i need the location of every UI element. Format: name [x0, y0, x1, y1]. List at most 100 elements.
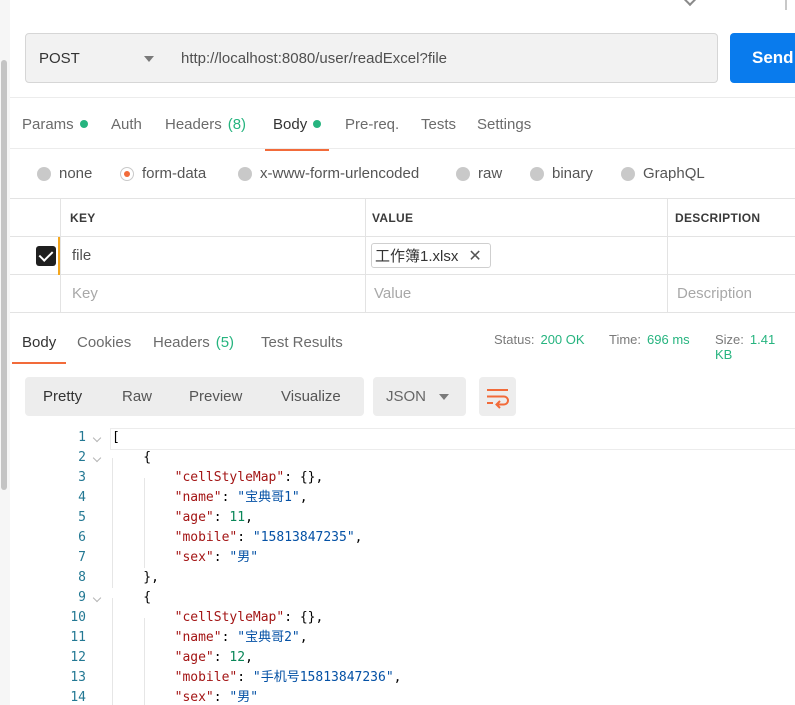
code-line: 12 "age": 12,	[10, 648, 795, 668]
tab-label: Body	[22, 333, 57, 351]
body-status-dot	[313, 120, 322, 128]
tab-params[interactable]: Params	[22, 98, 88, 150]
request-tabs: Params Auth Headers (8) Body Pre-req. Tes…	[10, 97, 795, 151]
view-visualize-button[interactable]: Visualize	[281, 377, 341, 416]
value-input-placeholder[interactable]: Value	[374, 285, 411, 302]
view-mode-switcher: Pretty Raw Preview Visualize	[25, 377, 364, 416]
radio-circle	[621, 166, 635, 181]
code-line: 14 "sex": "男"	[10, 688, 795, 705]
table-row: file 工作簿1.xlsx ✕	[10, 237, 795, 275]
line-number: 14	[70, 690, 86, 705]
tab-label: Params	[22, 115, 74, 133]
tab-label: Pre-req.	[345, 115, 400, 133]
radio-label: x-www-form-urlencoded	[260, 165, 420, 182]
tab-body[interactable]: Body	[264, 98, 330, 151]
method-value: POST	[39, 49, 80, 67]
radio-urlencoded[interactable]: x-www-form-urlencoded	[238, 165, 419, 182]
file-chip[interactable]: 工作簿1.xlsx ✕	[371, 243, 491, 268]
wrap-lines-button[interactable]	[479, 377, 516, 416]
close-icon[interactable]: ✕	[468, 246, 481, 266]
code-text: "sex": "男"	[174, 690, 259, 705]
code-line: 3 "cellStyleMap": {},	[10, 468, 795, 488]
tab-auth[interactable]: Auth	[111, 98, 142, 150]
top-strip	[10, 0, 795, 18]
radio-raw[interactable]: raw	[456, 165, 502, 182]
method-select[interactable]: POST	[25, 33, 170, 83]
tab-label: Settings	[477, 115, 532, 133]
description-input-placeholder[interactable]: Description	[677, 285, 752, 302]
view-label: Visualize	[281, 388, 341, 405]
chevron-down-icon	[144, 56, 154, 62]
row-key-cell[interactable]: file	[72, 247, 91, 264]
fold-chevron-icon[interactable]	[92, 453, 102, 463]
send-button[interactable]: Send	[730, 33, 795, 83]
column-value-header: VALUE	[372, 211, 414, 225]
code-line: 8 },	[10, 568, 795, 588]
code-line: 13 "mobile": "手机号15813847236",	[10, 668, 795, 688]
radio-circle	[530, 166, 544, 181]
url-input[interactable]: http://localhost:8080/user/readExcel?fil…	[169, 33, 718, 83]
tab-cookies[interactable]: Cookies	[77, 320, 131, 364]
line-number: 6	[78, 530, 86, 545]
format-value: JSON	[386, 388, 427, 405]
code-line: 1[	[10, 428, 795, 450]
format-select[interactable]: JSON	[373, 377, 466, 416]
time-label: Time:	[609, 332, 642, 347]
tab-response-body[interactable]: Body	[11, 320, 67, 364]
headers-count: (8)	[227, 115, 247, 133]
column-divider	[60, 199, 61, 313]
code-text: "name": "宝典哥1",	[174, 490, 308, 505]
tab-headers[interactable]: Headers (8)	[165, 98, 246, 150]
tab-test-results[interactable]: Test Results	[261, 320, 343, 364]
scrollbar-thumb[interactable]	[1, 60, 7, 490]
fold-chevron-icon[interactable]	[92, 433, 102, 443]
params-status-dot	[79, 120, 88, 128]
radio-label: none	[59, 165, 93, 182]
response-editor[interactable]: 1[ 2 { 3 "cellStyleMap": {}, 4 "name": "…	[10, 428, 795, 705]
chevron-down-icon	[682, 0, 698, 7]
wrap-lines-icon	[487, 389, 509, 409]
tab-label: Headers	[153, 333, 210, 351]
radio-none[interactable]: none	[37, 165, 92, 182]
view-label: Raw	[122, 388, 153, 405]
tab-settings[interactable]: Settings	[477, 98, 531, 150]
tab-label: Tests	[421, 115, 457, 133]
view-label: Pretty	[43, 388, 83, 405]
tab-response-headers[interactable]: Headers (5)	[153, 320, 234, 364]
code-text: {	[112, 450, 152, 465]
tab-label: Cookies	[77, 333, 132, 351]
status-value: 200 OK	[540, 332, 585, 347]
view-preview-button[interactable]: Preview	[189, 377, 242, 416]
code-line: 5 "age": 11,	[10, 508, 795, 528]
left-scrollbar[interactable]	[0, 0, 10, 705]
tab-tests[interactable]: Tests	[421, 98, 456, 150]
row-enabled-checkbox[interactable]	[36, 246, 56, 266]
key-input-placeholder[interactable]: Key	[72, 285, 98, 302]
url-value: http://localhost:8080/user/readExcel?fil…	[181, 49, 447, 67]
radio-form-data[interactable]: form-data	[120, 165, 206, 182]
column-description-header: DESCRIPTION	[675, 211, 761, 225]
table-row-new: Key Value Description	[10, 275, 795, 313]
line-number: 11	[70, 630, 86, 645]
tab-label: Test Results	[261, 333, 343, 351]
divider	[785, 0, 787, 10]
line-number: 7	[78, 550, 86, 565]
radio-label: GraphQL	[643, 165, 705, 182]
response-headers-count: (5)	[215, 333, 235, 351]
tab-pre-request[interactable]: Pre-req.	[345, 98, 399, 150]
radio-binary[interactable]: binary	[530, 165, 593, 182]
form-data-table: KEY VALUE DESCRIPTION file 工作簿1.xlsx ✕ K…	[10, 198, 795, 313]
view-pretty-button[interactable]: Pretty	[43, 377, 82, 416]
code-line: 4 "name": "宝典哥1",	[10, 488, 795, 508]
view-raw-button[interactable]: Raw	[122, 377, 152, 416]
code-line: 10 "cellStyleMap": {},	[10, 608, 795, 628]
size-label: Size:	[715, 332, 744, 347]
radio-circle	[238, 166, 252, 181]
status-indicator: Status: 200 OK	[494, 332, 585, 347]
radio-graphql[interactable]: GraphQL	[621, 165, 705, 182]
time-value: 696 ms	[647, 332, 690, 347]
radio-circle	[37, 166, 51, 181]
line-number: 2	[78, 450, 86, 465]
fold-chevron-icon[interactable]	[92, 593, 102, 603]
status-label: Status:	[494, 332, 535, 347]
